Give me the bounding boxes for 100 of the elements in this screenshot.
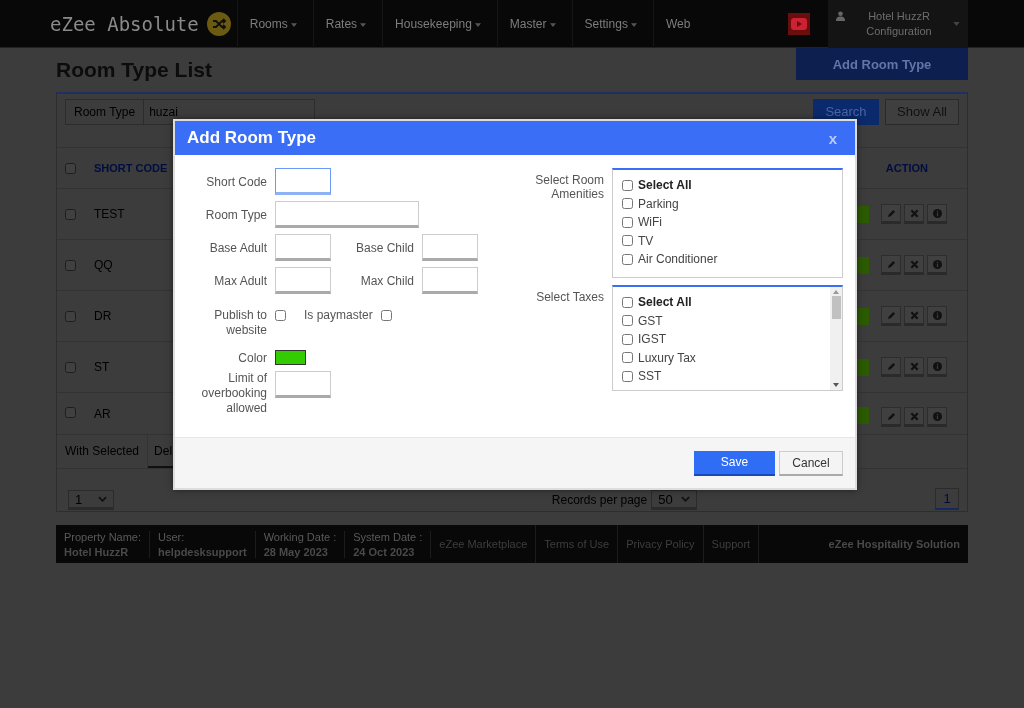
option-checkbox[interactable] bbox=[622, 296, 633, 308]
add-room-type-button[interactable]: Add Room Type bbox=[796, 48, 968, 80]
footer-value: helpdesksupport bbox=[158, 545, 247, 558]
pencil-icon bbox=[886, 259, 896, 269]
option-label: Parking bbox=[638, 196, 679, 211]
column-header: ACTION bbox=[885, 162, 928, 174]
info-icon bbox=[932, 208, 942, 218]
edit-button[interactable] bbox=[881, 306, 901, 326]
option-checkbox[interactable] bbox=[622, 179, 633, 191]
table-cell: ST bbox=[94, 360, 110, 374]
row-checkbox[interactable] bbox=[65, 208, 76, 220]
info-button[interactable] bbox=[927, 204, 947, 224]
delete-button[interactable] bbox=[904, 204, 924, 224]
page-select[interactable]: 1 bbox=[68, 490, 114, 510]
info-button[interactable] bbox=[927, 306, 947, 326]
overbooking-limit-field[interactable] bbox=[275, 371, 331, 398]
nav-menu-item[interactable]: Rooms bbox=[236, 0, 313, 48]
close-button[interactable]: x bbox=[822, 129, 843, 147]
option-label: Select All bbox=[638, 295, 692, 310]
records-per-page-label: Records per page bbox=[551, 493, 648, 507]
max-child-field[interactable] bbox=[422, 267, 478, 294]
caret-icon bbox=[549, 22, 556, 27]
max-adult-field[interactable] bbox=[275, 267, 331, 294]
base-child-field[interactable] bbox=[422, 234, 478, 261]
page-button[interactable]: 1 bbox=[935, 488, 959, 510]
info-button[interactable] bbox=[927, 407, 947, 427]
nav-menu-item[interactable]: Master bbox=[496, 0, 572, 48]
footer-brand: eZee Hospitality Solution bbox=[828, 538, 961, 550]
footer-label: Property Name: bbox=[64, 530, 142, 543]
option-checkbox[interactable] bbox=[622, 216, 633, 228]
info-icon bbox=[932, 310, 942, 320]
info-button[interactable] bbox=[927, 357, 947, 377]
cancel-button[interactable]: Cancel bbox=[779, 450, 843, 476]
short-code-field[interactable] bbox=[275, 168, 331, 195]
row-checkbox[interactable] bbox=[65, 361, 76, 373]
edit-button[interactable] bbox=[881, 204, 901, 224]
delete-button[interactable] bbox=[904, 306, 924, 326]
option-checkbox[interactable] bbox=[622, 315, 633, 327]
nav-menu-item[interactable]: Housekeeping bbox=[382, 0, 497, 48]
app-logo[interactable]: eZee Absolute bbox=[50, 12, 199, 35]
scroll-up-arrow-icon[interactable] bbox=[833, 290, 839, 294]
color-picker[interactable] bbox=[275, 350, 306, 365]
scrollbar-thumb[interactable] bbox=[831, 296, 841, 319]
pencil-icon bbox=[886, 411, 896, 421]
field-label: Publish to website bbox=[213, 308, 267, 338]
column-header[interactable]: SHORT CODE bbox=[94, 162, 168, 174]
pencil-icon bbox=[886, 208, 896, 218]
hotel-name: Hotel HuzzR bbox=[868, 10, 930, 22]
option-checkbox[interactable] bbox=[622, 352, 633, 364]
option-checkbox[interactable] bbox=[622, 253, 633, 265]
info-icon bbox=[932, 361, 942, 371]
shuffle-icon[interactable] bbox=[206, 11, 231, 36]
delete-button[interactable] bbox=[904, 357, 924, 377]
option-label: Luxury Tax bbox=[638, 350, 696, 365]
user-menu[interactable]: Hotel HuzzR Configuration bbox=[828, 0, 968, 48]
scroll-down-arrow-icon[interactable] bbox=[833, 383, 839, 387]
footer-label: Working Date : bbox=[263, 530, 337, 543]
user-role: Configuration bbox=[866, 25, 932, 37]
row-checkbox[interactable] bbox=[65, 310, 76, 322]
filter-value: huzai bbox=[148, 103, 179, 121]
caret-icon bbox=[290, 22, 297, 27]
option-label: IGST bbox=[638, 332, 666, 347]
nav-menu-item[interactable]: Web bbox=[652, 0, 707, 48]
scrollbar[interactable] bbox=[830, 287, 842, 390]
close-icon bbox=[909, 259, 919, 269]
delete-button[interactable] bbox=[904, 407, 924, 427]
video-play-icon[interactable] bbox=[788, 12, 810, 35]
field-label: Limit of overbooking allowed bbox=[200, 371, 267, 416]
field-label: Is paymaster bbox=[304, 308, 373, 323]
select-all-checkbox[interactable] bbox=[65, 162, 76, 174]
row-checkbox[interactable] bbox=[65, 407, 76, 418]
close-icon bbox=[909, 361, 919, 371]
nav-menu-item[interactable]: Rates bbox=[312, 0, 383, 48]
base-adult-field[interactable] bbox=[275, 234, 331, 261]
table-cell: TEST bbox=[94, 207, 125, 221]
row-checkbox[interactable] bbox=[65, 259, 76, 271]
publish-checkbox[interactable] bbox=[275, 310, 286, 321]
caret-icon bbox=[360, 22, 367, 27]
search-button[interactable]: Search bbox=[813, 98, 879, 125]
option-checkbox[interactable] bbox=[622, 235, 633, 247]
edit-button[interactable] bbox=[881, 357, 901, 377]
pencil-icon bbox=[886, 310, 896, 320]
paymaster-checkbox[interactable] bbox=[380, 310, 392, 321]
option-checkbox[interactable] bbox=[622, 370, 633, 382]
chevron-down-icon bbox=[98, 496, 107, 502]
caret-icon bbox=[474, 22, 481, 27]
option-checkbox[interactable] bbox=[622, 198, 633, 210]
field-label: Select Taxes bbox=[535, 289, 604, 306]
caret-icon bbox=[953, 21, 960, 26]
nav-menu-item[interactable]: Settings bbox=[571, 0, 653, 48]
room-type-field[interactable] bbox=[275, 201, 419, 228]
field-label: Base Adult bbox=[208, 240, 267, 255]
save-button[interactable]: Save bbox=[694, 450, 775, 476]
delete-button[interactable] bbox=[904, 255, 924, 275]
option-checkbox[interactable] bbox=[622, 333, 633, 345]
edit-button[interactable] bbox=[881, 407, 901, 427]
info-button[interactable] bbox=[927, 255, 947, 275]
table-cell: AR bbox=[94, 407, 111, 421]
info-icon bbox=[932, 411, 942, 421]
edit-button[interactable] bbox=[881, 255, 901, 275]
